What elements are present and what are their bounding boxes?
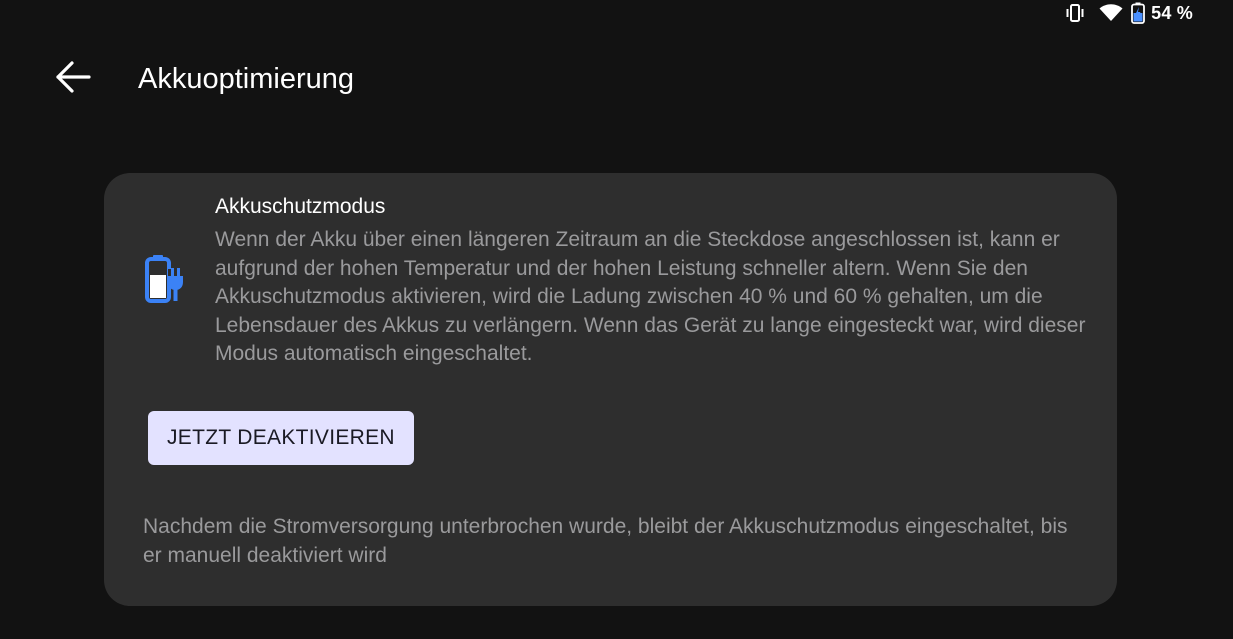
app-bar: Akkuoptimierung <box>0 50 1233 110</box>
card-description: Wenn der Akku über einen längeren Zeitra… <box>215 228 1086 365</box>
battery-charging-icon <box>1131 2 1146 24</box>
card-footer-note: Nachdem die Stromversorgung unterbrochen… <box>143 515 1068 567</box>
arrow-left-icon <box>55 60 91 99</box>
page-title: Akkuoptimierung <box>138 63 354 95</box>
screen: 54 % Akkuoptimierung Akkuschutzmodus Wen… <box>0 0 1233 639</box>
battery-protection-card: Akkuschutzmodus Wenn der Akku über einen… <box>104 173 1117 606</box>
deactivate-now-button[interactable]: JETZT DEAKTIVIEREN <box>148 411 414 465</box>
status-bar: 54 % <box>1065 0 1233 26</box>
back-button[interactable] <box>50 56 96 102</box>
vibrate-icon <box>1065 4 1085 22</box>
battery-plug-icon <box>144 255 190 307</box>
card-title: Akkuschutzmodus <box>215 195 386 218</box>
battery-percentage: 54 % <box>1151 2 1193 23</box>
wifi-icon <box>1099 4 1123 22</box>
